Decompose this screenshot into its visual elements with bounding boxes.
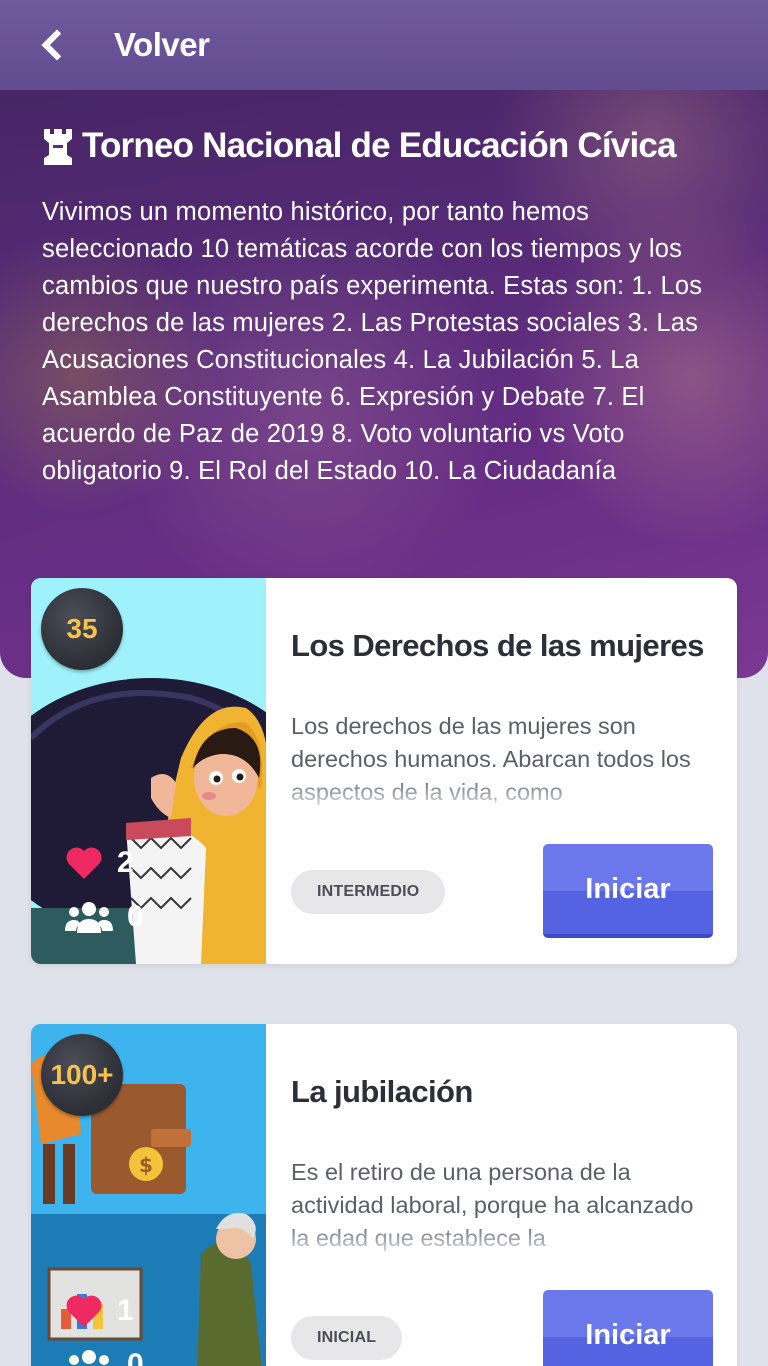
likes-count: 2 <box>117 846 134 879</box>
card-body: Los Derechos de las mujeres Los derechos… <box>291 578 713 964</box>
likes-count: 1 <box>117 1294 134 1327</box>
back-button[interactable]: Volver <box>0 0 210 90</box>
rook-icon <box>44 129 72 165</box>
difficulty-badge: INICIAL <box>291 1316 403 1360</box>
topic-description: Es el retiro de una persona de la activi… <box>291 1156 711 1256</box>
heart-icon <box>66 847 102 879</box>
rank-badge: 35 <box>41 588 123 670</box>
chevron-left-icon <box>41 29 73 61</box>
players-count: 0 <box>127 900 144 933</box>
likes-stat: 1 <box>65 1294 134 1328</box>
start-button[interactable]: Iniciar <box>543 1290 713 1366</box>
tournament-title-text: Torneo Nacional de Educación Cívica <box>82 126 677 165</box>
topic-description: Los derechos de las mujeres son derechos… <box>291 710 711 810</box>
back-label: Volver <box>114 26 210 63</box>
svg-text:$: $ <box>139 1153 153 1177</box>
players-count: 0 <box>127 1348 144 1366</box>
card-body: La jubilación Es el retiro de una person… <box>291 1024 713 1366</box>
start-button[interactable]: Iniciar <box>543 844 713 938</box>
players-stat: 0 <box>65 1348 144 1366</box>
tournament-title: Torneo Nacional de Educación Cívica <box>42 126 732 166</box>
hero-content: Torneo Nacional de Educación Cívica Vivi… <box>42 126 732 490</box>
difficulty-badge: INTERMEDIO <box>291 870 446 914</box>
topic-image: $ 100+ 1 0 <box>31 1024 266 1366</box>
heart-icon <box>66 1295 102 1327</box>
group-icon <box>65 902 113 933</box>
tournament-description: Vivimos un momento histórico, por tanto … <box>42 198 703 485</box>
rank-badge: 100+ <box>41 1034 123 1116</box>
top-bar: Volver <box>0 0 768 90</box>
topic-card[interactable]: $ 100+ 1 0 La jubilación Es el retiro de… <box>31 1024 737 1366</box>
topic-title: Los Derechos de las mujeres <box>291 628 704 663</box>
group-icon <box>69 1350 109 1365</box>
topic-card[interactable]: 35 2 0 Los Derechos de las mujeres Los d… <box>31 578 737 964</box>
topic-image: 35 2 0 <box>31 578 266 964</box>
players-stat: 0 <box>65 900 144 934</box>
likes-stat: 2 <box>65 846 134 880</box>
topic-title: La jubilación <box>291 1074 473 1109</box>
